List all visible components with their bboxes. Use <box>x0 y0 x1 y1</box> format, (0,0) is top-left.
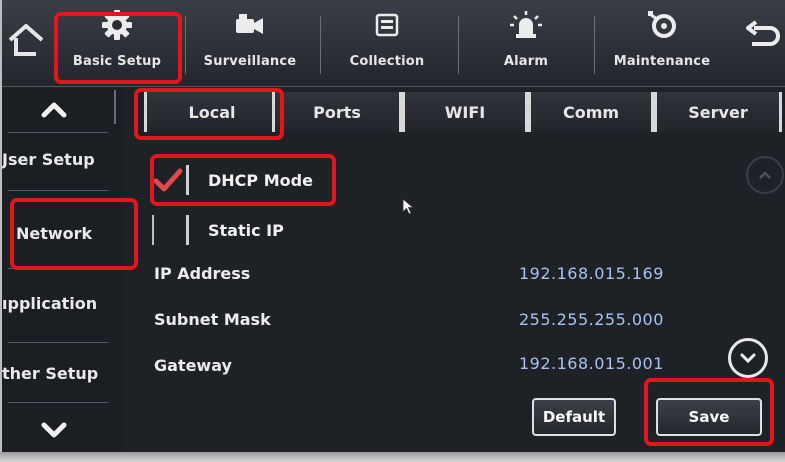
sidebar-item-network[interactable]: Network <box>16 224 134 243</box>
nav-divider <box>185 16 186 74</box>
nav-tab-label: Basic Setup <box>72 54 162 69</box>
tab-label: WIFI <box>444 102 486 122</box>
static-ip-label: Static IP <box>208 220 284 240</box>
save-button[interactable]: Save <box>656 398 762 436</box>
sidebar-item-label: Jser Setup <box>2 150 95 169</box>
sidebar: Jser Setup Network ıpplication ther Setu… <box>2 88 122 452</box>
maintenance-gear-icon <box>648 11 676 38</box>
device-bezel-bottom <box>0 452 785 462</box>
sidebar-separator <box>8 132 108 133</box>
sidebar-separator <box>8 342 108 343</box>
tab-label: Server <box>688 102 748 122</box>
sidebar-divider <box>114 90 116 124</box>
ip-address-value[interactable]: 192.168.015.169 <box>519 264 664 283</box>
sidebar-scroll-up-button[interactable] <box>16 90 92 130</box>
sub-tab-bar: Local Ports WIFI Comm Server <box>132 90 785 134</box>
home-button[interactable] <box>6 20 46 60</box>
back-button[interactable] <box>742 20 782 56</box>
home-icon <box>8 24 44 56</box>
tab-label: Local <box>188 102 236 122</box>
nav-tab-maintenance[interactable]: Maintenance <box>598 6 726 82</box>
tab-server[interactable]: Server <box>654 92 782 132</box>
nav-tab-label: Collection <box>349 54 425 69</box>
gear-icon <box>102 10 132 40</box>
sidebar-item-other-setup[interactable]: ther Setup <box>2 364 120 383</box>
tab-wifi[interactable]: WIFI <box>402 92 528 132</box>
sidebar-separator <box>8 190 108 191</box>
nav-tab-label: Maintenance <box>613 54 711 69</box>
save-button-label: Save <box>688 408 730 426</box>
back-arrow-icon <box>746 20 780 46</box>
chevron-up-icon <box>41 102 67 118</box>
gateway-label: Gateway <box>154 356 232 375</box>
content-scroll-up-button[interactable] <box>746 156 784 194</box>
sidebar-item-application[interactable]: ıpplication <box>2 294 120 313</box>
subnet-mask-value[interactable]: 255.255.255.000 <box>519 310 664 329</box>
sidebar-separator <box>8 402 108 403</box>
sidebar-separator <box>8 268 108 269</box>
nav-tab-label: Surveillance <box>203 54 297 69</box>
tab-label: Comm <box>562 102 620 122</box>
dhcp-mode-option[interactable]: DHCP Mode <box>132 160 342 200</box>
static-ip-option[interactable]: Static IP <box>132 210 342 250</box>
chevron-up-icon <box>759 171 771 179</box>
dhcp-mode-label: DHCP Mode <box>208 170 313 190</box>
nav-tab-label: Alarm <box>503 54 549 69</box>
tab-local[interactable]: Local <box>144 92 280 132</box>
device-screen: Basic Setup Surveillance Collection Alar… <box>2 0 785 452</box>
gateway-value[interactable]: 192.168.015.001 <box>519 354 664 373</box>
static-ip-checkbox[interactable] <box>152 215 189 245</box>
nav-divider <box>458 16 459 74</box>
dhcp-mode-checkbox[interactable] <box>152 165 189 195</box>
nav-tab-surveillance[interactable]: Surveillance <box>190 6 310 82</box>
subnet-mask-label: Subnet Mask <box>154 310 271 329</box>
ip-address-label: IP Address <box>154 264 251 283</box>
checkmark-icon <box>153 168 183 192</box>
sidebar-scroll-down-button[interactable] <box>16 410 92 450</box>
network-settings-panel: DHCP Mode Static IP IP Address 192.168.0… <box>132 140 785 452</box>
nav-tab-alarm[interactable]: Alarm <box>464 6 588 82</box>
sidebar-item-label: ıpplication <box>2 294 98 313</box>
default-button-label: Default <box>542 408 606 426</box>
chevron-down-icon <box>41 422 67 438</box>
nav-divider <box>594 16 595 74</box>
tab-label: Ports <box>313 102 361 122</box>
tab-comm[interactable]: Comm <box>528 92 654 132</box>
top-nav-bar: Basic Setup Surveillance Collection Alar… <box>2 0 785 87</box>
nav-tab-basic-setup[interactable]: Basic Setup <box>58 6 176 82</box>
alarm-light-icon <box>510 11 542 38</box>
sidebar-item-label: ther Setup <box>2 364 99 383</box>
tab-ports[interactable]: Ports <box>272 92 402 132</box>
storage-icon <box>375 13 399 37</box>
content-scroll-down-button[interactable] <box>728 338 768 378</box>
nav-tab-collection[interactable]: Collection <box>324 6 450 82</box>
sidebar-item-label: Network <box>16 224 93 243</box>
sidebar-item-user-setup[interactable]: Jser Setup <box>2 150 120 169</box>
chevron-down-icon <box>740 353 756 364</box>
default-button[interactable]: Default <box>532 398 616 436</box>
mouse-cursor-icon <box>402 198 415 215</box>
nav-divider <box>320 16 321 74</box>
camera-icon <box>236 14 263 34</box>
